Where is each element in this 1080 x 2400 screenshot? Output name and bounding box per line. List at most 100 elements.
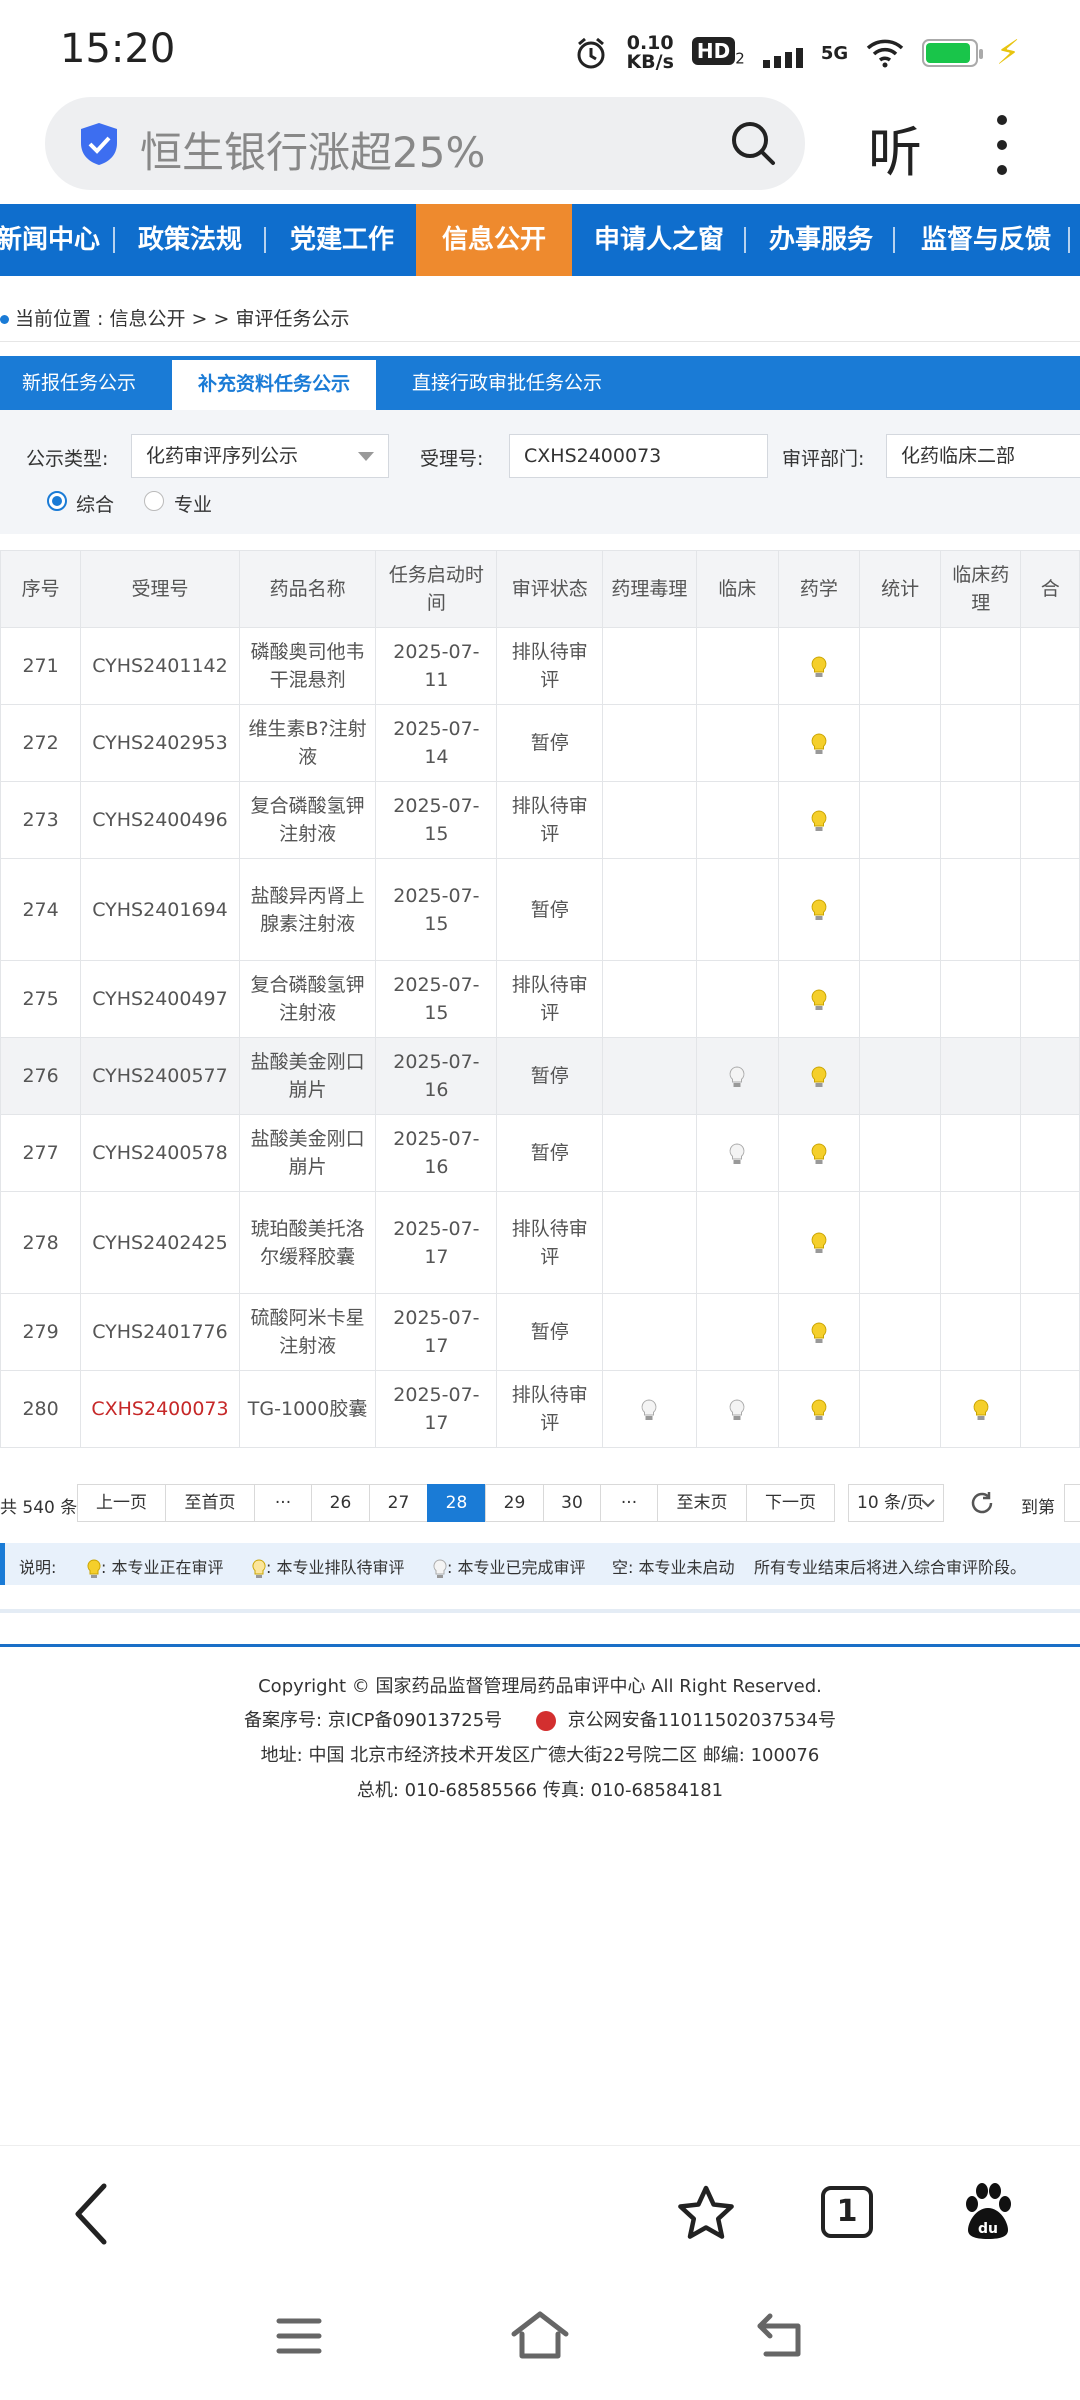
type-select[interactable]: 化药审评序列公示 [131, 434, 389, 478]
divider [0, 341, 1080, 342]
page-30[interactable]: 30 [543, 1484, 601, 1522]
last-page-button[interactable]: 至末页 [657, 1484, 747, 1522]
radio-specialty[interactable] [144, 491, 164, 511]
cell-accept-no[interactable]: CXHS2400073 [80, 1370, 240, 1448]
bulb-done-icon [433, 1558, 447, 1578]
prev-page-button[interactable]: 上一页 [77, 1484, 166, 1522]
cell-more [1020, 1293, 1080, 1371]
cell-drug-name: 复合磷酸氢钾注射液 [238, 960, 377, 1038]
home-icon[interactable] [510, 2310, 570, 2360]
cell-tox [602, 858, 697, 961]
menu-icon[interactable] [276, 2316, 322, 2356]
return-icon[interactable] [756, 2312, 804, 2358]
nav-item-news[interactable]: 新闻中心 [0, 204, 100, 276]
breadcrumb: 当前位置 : 信息公开 > > 审评任务公示 [0, 304, 349, 331]
breadcrumb-dot [0, 315, 9, 324]
radio-all-label: 综合 [76, 494, 115, 516]
cell-tox [602, 627, 697, 705]
cell-accept-no[interactable]: CYHS2401776 [80, 1293, 240, 1371]
baidu-paw-icon[interactable]: du [962, 2182, 1014, 2240]
goto-page-input[interactable] [1064, 1484, 1080, 1522]
nav-item-policy[interactable]: 政策法规 [138, 204, 242, 276]
cell-accept-no[interactable]: CYHS2400496 [80, 781, 240, 859]
nav-item-applicant[interactable]: 申请人之窗 [594, 204, 724, 276]
cell-drug-name: 磷酸奥司他韦干混悬剂 [238, 627, 377, 705]
cell-pharmacy [777, 1370, 860, 1448]
cell-accept-no[interactable]: CYHS2401142 [80, 627, 240, 705]
legend-bar: 说明: : 本专业正在审评 : 本专业排队待审评 : 本专业已完成审评 空: 本… [0, 1543, 1080, 1585]
search-query[interactable]: 恒生银行涨超25% [140, 119, 485, 180]
cell-accept-no[interactable]: CYHS2400497 [80, 960, 240, 1038]
cell-more [1020, 858, 1080, 961]
cell-status: 暂停 [496, 704, 604, 782]
next-page-button[interactable]: 下一页 [746, 1484, 835, 1522]
nav-item-info[interactable]: 信息公开 [416, 204, 573, 276]
more-menu-icon[interactable] [996, 110, 1008, 180]
dept-select[interactable]: 化药临床二部 [886, 434, 1080, 478]
cell-tox [602, 1114, 697, 1192]
refresh-icon[interactable] [969, 1490, 995, 1516]
cell-clinpharm [940, 1037, 1022, 1115]
radio-all[interactable] [47, 491, 67, 511]
bulb-done-icon [729, 1065, 745, 1087]
browser-search-bar[interactable]: 恒生银行涨超25% [45, 97, 805, 190]
cell-accept-no[interactable]: CYHS2402425 [80, 1191, 240, 1294]
cell-stats [858, 1370, 942, 1448]
cell-pharmacy [777, 1037, 860, 1115]
cell-tox [602, 1370, 697, 1448]
cell-clinpharm [940, 858, 1022, 961]
goto-label: 到第 [1021, 1498, 1055, 1518]
page-29[interactable]: 29 [485, 1484, 544, 1522]
tabs-button[interactable]: 1 [821, 2186, 873, 2238]
cell-status: 暂停 [496, 858, 604, 961]
cell-accept-no[interactable]: CYHS2400577 [80, 1037, 240, 1115]
legend-empty: 空: 本专业未启动 [612, 1558, 735, 1577]
tab-new-tasks[interactable]: 新报任务公示 [22, 356, 136, 410]
bulb-on-icon [811, 1232, 827, 1253]
page-26[interactable]: 26 [311, 1484, 370, 1522]
page-28-current[interactable]: 28 [427, 1484, 486, 1522]
legend-queued: : 本专业排队待审评 [252, 1554, 404, 1579]
page-ellipsis[interactable]: ··· [254, 1484, 312, 1522]
cell-accept-no[interactable]: CYHS2401694 [80, 858, 240, 961]
nav-item-party[interactable]: 党建工作 [290, 204, 394, 276]
listen-button[interactable]: 听 [868, 108, 922, 187]
bookmark-star-icon[interactable] [676, 2184, 736, 2242]
cell-clinical [695, 1114, 779, 1192]
table-row: 273 CYHS2400496 复合磷酸氢钾注射液 2025-07-15 排队待审评 [0, 781, 1080, 859]
filter-panel: 公示类型: 化药审评序列公示 受理号: CXHS2400073 审评部门: 化药… [0, 410, 1080, 534]
first-page-button[interactable]: 至首页 [165, 1484, 255, 1522]
dept-label: 审评部门: [782, 448, 865, 470]
accept-no-input[interactable]: CXHS2400073 [509, 434, 768, 478]
tab-count: 1 [836, 2194, 858, 2229]
page-27[interactable]: 27 [369, 1484, 428, 1522]
page-ellipsis[interactable]: ··· [600, 1484, 658, 1522]
svg-text:du: du [978, 2221, 998, 2237]
cell-more [1020, 627, 1080, 705]
cell-status: 排队待审评 [496, 781, 604, 859]
nav-item-services[interactable]: 办事服务 [769, 204, 873, 276]
cell-no: 272 [0, 704, 82, 782]
type-label: 公示类型: [26, 448, 109, 470]
cell-accept-no[interactable]: CYHS2400578 [80, 1114, 240, 1192]
cell-stats [858, 1037, 942, 1115]
bulb-on-icon [811, 988, 827, 1010]
cell-pharmacy [777, 627, 860, 705]
nav-item-feedback[interactable]: 监督与反馈 [921, 204, 1051, 276]
wifi-icon [866, 39, 904, 68]
legend-reviewing: : 本专业正在审评 [87, 1554, 223, 1579]
tab-supplement-tasks[interactable]: 补充资料任务公示 [172, 360, 377, 410]
legend-done: : 本专业已完成审评 [433, 1554, 585, 1579]
tab-direct-approval-tasks[interactable]: 直接行政审批任务公示 [412, 356, 602, 410]
footer-copyright: Copyright © 国家药品监督管理局药品审评中心 All Right Re… [258, 1676, 822, 1697]
cell-no: 277 [0, 1114, 82, 1192]
back-icon[interactable] [72, 2182, 110, 2246]
search-icon[interactable] [729, 119, 777, 167]
icp-link[interactable]: 备案序号: 京ICP备09013725号 [244, 1710, 502, 1731]
per-page-select[interactable]: 10 条/页 [848, 1484, 944, 1522]
cell-accept-no[interactable]: CYHS2402953 [80, 704, 240, 782]
nav-divider [1068, 227, 1070, 253]
cell-drug-name: 盐酸美金刚口崩片 [238, 1114, 377, 1192]
col-header-start-time: 任务启动时间 [375, 550, 498, 628]
police-link[interactable]: 京公网安备11011502037534号 [568, 1710, 836, 1731]
